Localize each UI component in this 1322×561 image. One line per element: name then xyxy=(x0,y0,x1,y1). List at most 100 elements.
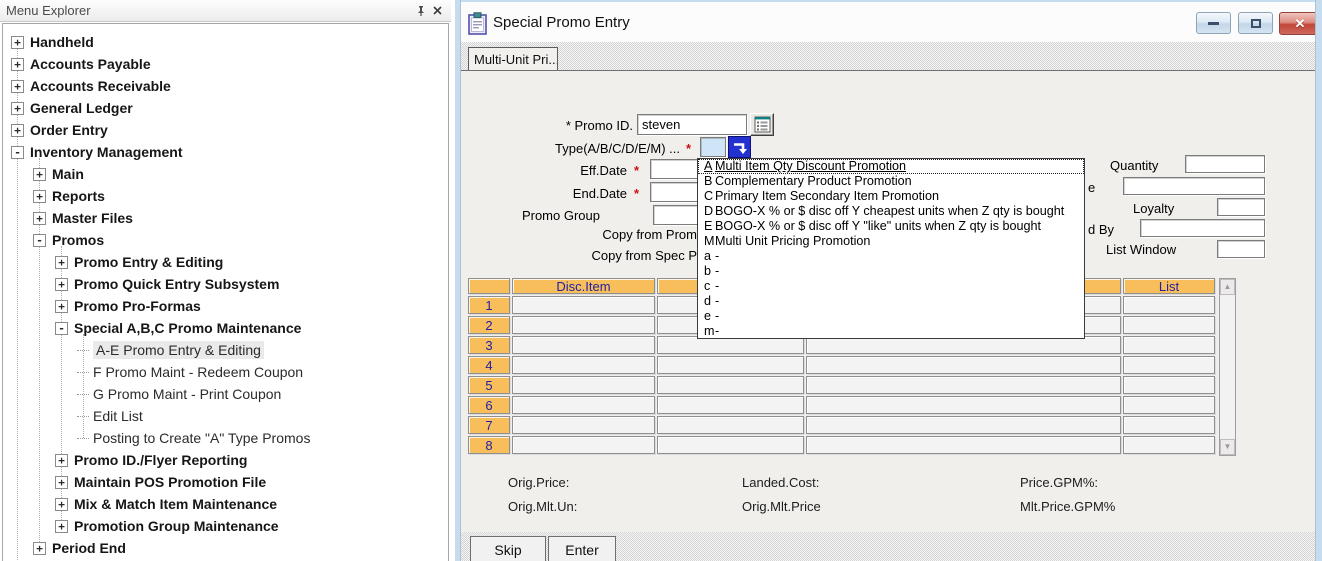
scroll-up-icon[interactable]: ▲ xyxy=(1220,279,1235,295)
collapse-icon[interactable]: - xyxy=(11,145,24,159)
grid-cell[interactable] xyxy=(657,376,804,394)
expand-icon[interactable]: + xyxy=(55,475,68,489)
tree-item-promo-quick-entry[interactable]: + Promo Quick Entry Subsystem xyxy=(3,273,448,295)
tree-item-accounts-receivable[interactable]: + Accounts Receivable xyxy=(3,75,448,97)
promo-id-lookup-button[interactable] xyxy=(750,113,774,136)
expand-icon[interactable]: + xyxy=(11,123,24,137)
skip-button[interactable]: Skip xyxy=(470,536,546,561)
expand-icon[interactable]: + xyxy=(55,255,68,269)
expand-icon[interactable]: + xyxy=(55,497,68,511)
tab-multi-unit-pricing[interactable]: Multi-Unit Pri... xyxy=(468,47,558,70)
tree-item-reports[interactable]: + Reports xyxy=(3,185,448,207)
expand-icon[interactable]: + xyxy=(11,57,24,71)
tree-item-promo-id-flyer-reporting[interactable]: + Promo ID./Flyer Reporting xyxy=(3,449,448,471)
maximize-button[interactable] xyxy=(1238,12,1273,34)
grid-cell[interactable] xyxy=(806,376,1121,394)
grid-cell[interactable] xyxy=(512,436,655,454)
tree-item-g-promo-maint-print[interactable]: G Promo Maint - Print Coupon xyxy=(3,383,448,405)
wide-input-2[interactable] xyxy=(1140,219,1265,237)
grid-cell[interactable] xyxy=(512,316,655,334)
grid-cell[interactable] xyxy=(512,336,655,354)
grid-cell[interactable] xyxy=(657,396,804,414)
expand-icon[interactable]: + xyxy=(55,299,68,313)
grid-cell[interactable] xyxy=(657,356,804,374)
expand-icon[interactable]: + xyxy=(11,101,24,115)
quantity-input[interactable] xyxy=(1185,155,1265,173)
type-input[interactable] xyxy=(700,137,726,157)
grid-cell[interactable] xyxy=(806,416,1121,434)
tree-item-general-ledger[interactable]: + General Ledger xyxy=(3,97,448,119)
grid-cell[interactable] xyxy=(806,436,1121,454)
grid-cell[interactable] xyxy=(657,436,804,454)
dropdown-item-A[interactable]: A Multi Item Qty Discount Promotion xyxy=(698,159,1084,174)
grid-cell[interactable] xyxy=(1123,316,1215,334)
minimize-button[interactable] xyxy=(1196,12,1231,34)
type-dropdown-button[interactable] xyxy=(728,136,751,158)
tree-item-promo-pro-formas[interactable]: + Promo Pro-Formas xyxy=(3,295,448,317)
grid-cell[interactable] xyxy=(1123,356,1215,374)
dropdown-item-a[interactable]: a- xyxy=(698,249,1084,264)
expand-icon[interactable]: + xyxy=(33,189,46,203)
window-titlebar[interactable]: Special Promo Entry ✕ xyxy=(455,0,1322,42)
grid-cell[interactable] xyxy=(806,396,1121,414)
dropdown-item-M[interactable]: M Multi Unit Pricing Promotion xyxy=(698,234,1084,249)
tree-item-order-entry[interactable]: + Order Entry xyxy=(3,119,448,141)
scroll-down-icon[interactable]: ▼ xyxy=(1220,439,1235,455)
tree-item-promotion-group-maintenance[interactable]: + Promotion Group Maintenance xyxy=(3,515,448,537)
tree-item-edit-list[interactable]: Edit List xyxy=(3,405,448,427)
pin-icon[interactable] xyxy=(413,3,429,18)
tree-item-f-promo-maint-redeem[interactable]: F Promo Maint - Redeem Coupon xyxy=(3,361,448,383)
grid-cell[interactable] xyxy=(1123,376,1215,394)
promo-id-input[interactable]: steven xyxy=(637,114,747,135)
tree-item-special-abc-promo-maintenance[interactable]: - Special A,B,C Promo Maintenance xyxy=(3,317,448,339)
dropdown-item-e[interactable]: e- xyxy=(698,309,1084,324)
tree-item-master-files[interactable]: + Master Files xyxy=(3,207,448,229)
grid-cell[interactable] xyxy=(1123,336,1215,354)
expand-icon[interactable]: + xyxy=(55,277,68,291)
grid-scrollbar[interactable]: ▲ ▼ xyxy=(1219,278,1236,456)
dropdown-item-d[interactable]: d- xyxy=(698,294,1084,309)
dropdown-item-D[interactable]: D BOGO-X % or $ disc off Y cheapest units… xyxy=(698,204,1084,219)
tree-item-promo-entry-editing[interactable]: + Promo Entry & Editing xyxy=(3,251,448,273)
expand-icon[interactable]: + xyxy=(33,541,46,555)
grid-cell[interactable] xyxy=(1123,296,1215,314)
grid-cell[interactable] xyxy=(1123,396,1215,414)
dropdown-item-b[interactable]: b- xyxy=(698,264,1084,279)
tree-item-posting-create-a-promos[interactable]: Posting to Create "A" Type Promos xyxy=(3,427,448,449)
dropdown-item-B[interactable]: B Complementary Product Promotion xyxy=(698,174,1084,189)
dropdown-item-c[interactable]: c- xyxy=(698,279,1084,294)
grid-cell[interactable] xyxy=(512,396,655,414)
grid-cell[interactable] xyxy=(1123,436,1215,454)
expand-icon[interactable]: + xyxy=(11,79,24,93)
tree-item-main[interactable]: + Main xyxy=(3,163,448,185)
loyalty-input[interactable] xyxy=(1217,198,1265,216)
grid-cell[interactable] xyxy=(512,416,655,434)
list-window-input[interactable] xyxy=(1217,240,1265,258)
dropdown-item-m[interactable]: m- xyxy=(698,324,1084,339)
dropdown-item-C[interactable]: C Primary Item Secondary Item Promotion xyxy=(698,189,1084,204)
grid-cell[interactable] xyxy=(512,296,655,314)
tree-item-mix-match-item-maintenance[interactable]: + Mix & Match Item Maintenance xyxy=(3,493,448,515)
tree-item-ae-promo-entry-editing[interactable]: A-E Promo Entry & Editing xyxy=(3,339,448,361)
enter-button[interactable]: Enter xyxy=(548,536,616,561)
wide-input-1[interactable] xyxy=(1123,177,1265,195)
close-panel-icon[interactable] xyxy=(429,3,445,18)
expand-icon[interactable]: + xyxy=(33,211,46,225)
dropdown-item-E[interactable]: E BOGO-X % or $ disc off Y "like" units w… xyxy=(698,219,1084,234)
expand-icon[interactable]: + xyxy=(11,35,24,49)
expand-icon[interactable]: + xyxy=(33,167,46,181)
expand-icon[interactable]: + xyxy=(55,453,68,467)
grid-cell[interactable] xyxy=(1123,416,1215,434)
collapse-icon[interactable]: - xyxy=(55,321,68,335)
tree-item-accounts-payable[interactable]: + Accounts Payable xyxy=(3,53,448,75)
grid-cell[interactable] xyxy=(806,356,1121,374)
tree-item-promos[interactable]: - Promos xyxy=(3,229,448,251)
collapse-icon[interactable]: - xyxy=(33,233,46,247)
tree-item-handheld[interactable]: + Handheld xyxy=(3,31,448,53)
grid-cell[interactable] xyxy=(512,356,655,374)
expand-icon[interactable]: + xyxy=(55,519,68,533)
grid-cell[interactable] xyxy=(657,416,804,434)
tree-item-period-end[interactable]: + Period End xyxy=(3,537,448,559)
grid-cell[interactable] xyxy=(512,376,655,394)
tree-item-maintain-pos-promotion-file[interactable]: + Maintain POS Promotion File xyxy=(3,471,448,493)
